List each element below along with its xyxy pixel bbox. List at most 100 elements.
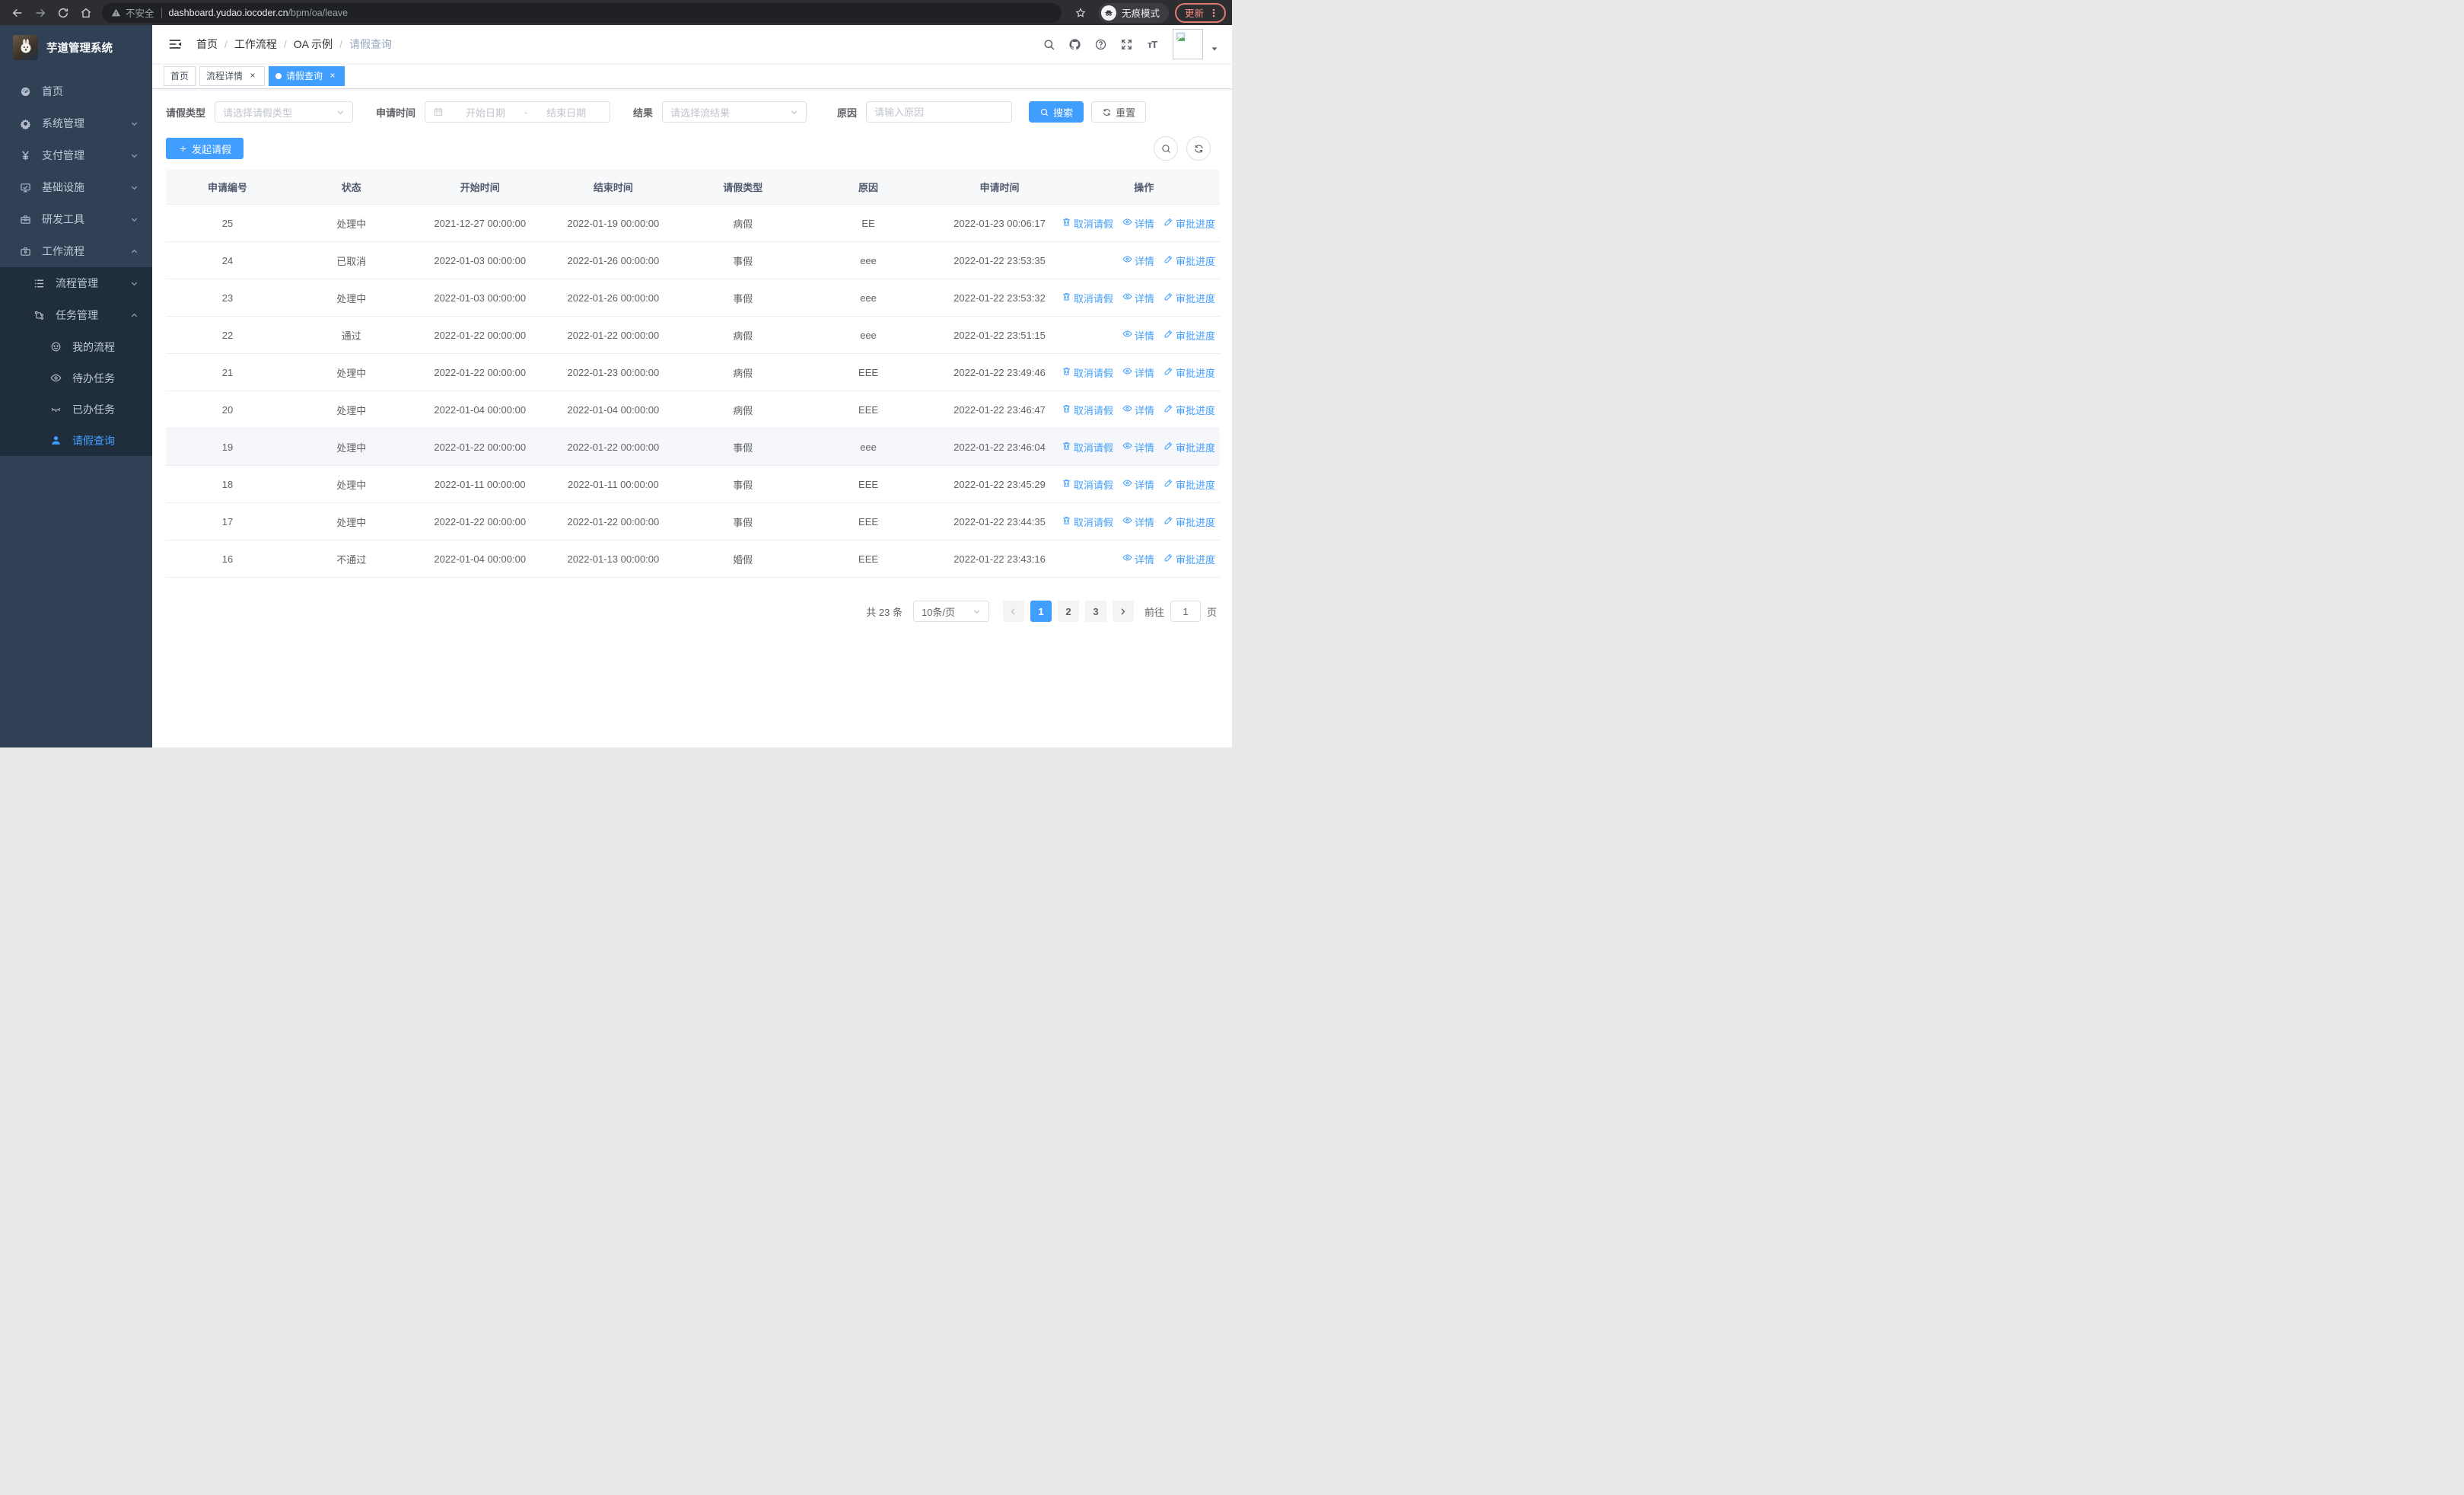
detail-action-link[interactable]: 详情 [1122,365,1154,380]
cancel-action-label: 取消请假 [1073,441,1113,454]
tag-首页[interactable]: 首页 [164,65,196,86]
progress-action-link[interactable]: 审批进度 [1164,291,1215,305]
cell-reason: EEE [858,515,879,528]
detail-action-link[interactable]: 详情 [1122,328,1154,343]
progress-action-link[interactable]: 审批进度 [1164,403,1215,417]
font-size-icon: тT [1147,38,1157,50]
breadcrumb-item-工作流程[interactable]: 工作流程 [234,37,277,52]
cancel-action-label: 取消请假 [1073,367,1113,379]
page-button-1[interactable]: 1 [1030,601,1052,622]
breadcrumb-item-请假查询: 请假查询 [349,38,393,50]
detail-action-link[interactable]: 详情 [1122,291,1154,305]
sidebar-item-待办任务[interactable]: 待办任务 [0,362,152,394]
sidebar-item-工作流程[interactable]: 工作流程 [0,235,152,267]
user-menu-caret[interactable] [1211,43,1218,56]
cell-id: 22 [221,329,234,341]
page-button-2[interactable]: 2 [1057,601,1079,622]
sidebar-item-支付管理[interactable]: 支付管理 [0,139,152,171]
create-leave-button[interactable]: 发起请假 [166,138,244,159]
prev-page-button[interactable] [1002,601,1024,622]
app-logo-row[interactable]: 芋道管理系统 [0,25,152,69]
browser-update-button[interactable]: 更新 [1174,2,1226,23]
detail-action-link[interactable]: 详情 [1122,477,1154,492]
progress-action-link[interactable]: 审批进度 [1164,515,1215,529]
refresh-icon [1194,144,1203,153]
toggle-search-button[interactable] [1154,136,1178,161]
breadcrumb-item-OA 示例[interactable]: OA 示例 [294,37,333,52]
progress-action-link[interactable]: 审批进度 [1164,253,1215,268]
cancel-action-link[interactable]: 取消请假 [1062,365,1113,380]
progress-action-link[interactable]: 审批进度 [1164,477,1215,492]
cancel-action-link[interactable]: 取消请假 [1062,216,1113,231]
browser-menu-icon[interactable] [1209,8,1218,18]
progress-action-link[interactable]: 审批进度 [1164,440,1215,454]
sidebar-collapse-button[interactable] [163,32,187,56]
bookmark-star-button[interactable] [1069,2,1092,24]
cancel-action-link[interactable]: 取消请假 [1062,403,1113,417]
search-button[interactable]: 搜索 [1029,101,1084,123]
apply-time-range-picker[interactable]: 开始日期 - 结束日期 [425,101,611,123]
leave-type-select[interactable]: 请选择请假类型 [215,101,354,123]
toolbar-right [1154,136,1220,161]
cancel-action-link[interactable]: 取消请假 [1062,440,1113,454]
reset-button[interactable]: 重置 [1091,101,1147,123]
tag-请假查询[interactable]: 请假查询 × [269,65,345,86]
cell-actions: 详情 审批进度 [1068,540,1220,577]
detail-action-label: 详情 [1134,367,1154,379]
refresh-table-button[interactable] [1186,136,1211,161]
close-icon[interactable]: × [327,70,338,81]
chevron-down-icon [790,108,798,116]
detail-action-link[interactable]: 详情 [1122,552,1154,566]
sidebar: 芋道管理系统 首页 系统管理 支付管理 基础设施 研发工具 工作流程 流程管理 任务管理 我的流… [0,25,152,748]
browser-back-button[interactable] [6,2,29,24]
sidebar-item-研发工具[interactable]: 研发工具 [0,203,152,235]
detail-action-link[interactable]: 详情 [1122,440,1154,454]
sidebar-item-系统管理[interactable]: 系统管理 [0,107,152,139]
sidebar-item-我的流程[interactable]: 我的流程 [0,331,152,362]
sidebar-item-任务管理[interactable]: 任务管理 [0,299,152,331]
breadcrumb-item-首页[interactable]: 首页 [196,37,218,52]
close-icon[interactable]: × [247,70,258,81]
help-button[interactable] [1089,32,1112,56]
sidebar-item-流程管理[interactable]: 流程管理 [0,267,152,299]
user-avatar[interactable] [1173,29,1203,59]
detail-action-label: 详情 [1134,441,1154,454]
next-page-button[interactable] [1112,601,1134,622]
edit-pen-icon [1164,441,1173,453]
fullscreen-button[interactable] [1115,32,1138,56]
browser-forward-button[interactable] [29,2,52,24]
result-select[interactable]: 请选择流结果 [662,101,807,123]
progress-action-link[interactable]: 审批进度 [1164,328,1215,343]
sidebar-item-请假查询[interactable]: 请假查询 [0,425,152,456]
cancel-action-link[interactable]: 取消请假 [1062,291,1113,305]
progress-action-link[interactable]: 审批进度 [1164,365,1215,380]
cell-type: 婚假 [733,553,753,566]
reason-input[interactable] [874,106,1004,118]
sidebar-item-已办任务[interactable]: 已办任务 [0,394,152,425]
cell-start: 2022-01-03 00:00:00 [434,254,527,266]
font-size-button[interactable]: тT [1141,32,1164,56]
page-size-select[interactable]: 10条/页 [912,601,989,622]
progress-action-link[interactable]: 审批进度 [1164,216,1215,231]
detail-action-link[interactable]: 详情 [1122,253,1154,268]
browser-home-button[interactable] [75,2,97,24]
cancel-action-link[interactable]: 取消请假 [1062,477,1113,492]
goto-page-input[interactable] [1170,601,1201,622]
goto-label: 前往 [1144,606,1164,618]
detail-action-link[interactable]: 详情 [1122,216,1154,231]
sidebar-item-首页[interactable]: 首页 [0,75,152,107]
tag-流程详情[interactable]: 流程详情 × [199,65,266,86]
cell-id: 17 [221,515,234,528]
header-search-button[interactable] [1037,32,1060,56]
edit-pen-icon [1164,217,1173,229]
sidebar-item-基础设施[interactable]: 基础设施 [0,171,152,203]
cancel-action-link[interactable]: 取消请假 [1062,515,1113,529]
detail-action-link[interactable]: 详情 [1122,515,1154,529]
github-link[interactable] [1063,32,1086,56]
address-bar[interactable]: 不安全 dashboard.yudao.iocoder.cn/bpm/oa/le… [102,2,1062,23]
progress-action-link[interactable]: 审批进度 [1164,552,1215,566]
detail-action-link[interactable]: 详情 [1122,403,1154,417]
goto-page: 前往 页 [1144,601,1217,622]
browser-reload-button[interactable] [52,2,75,24]
page-button-3[interactable]: 3 [1084,601,1106,622]
